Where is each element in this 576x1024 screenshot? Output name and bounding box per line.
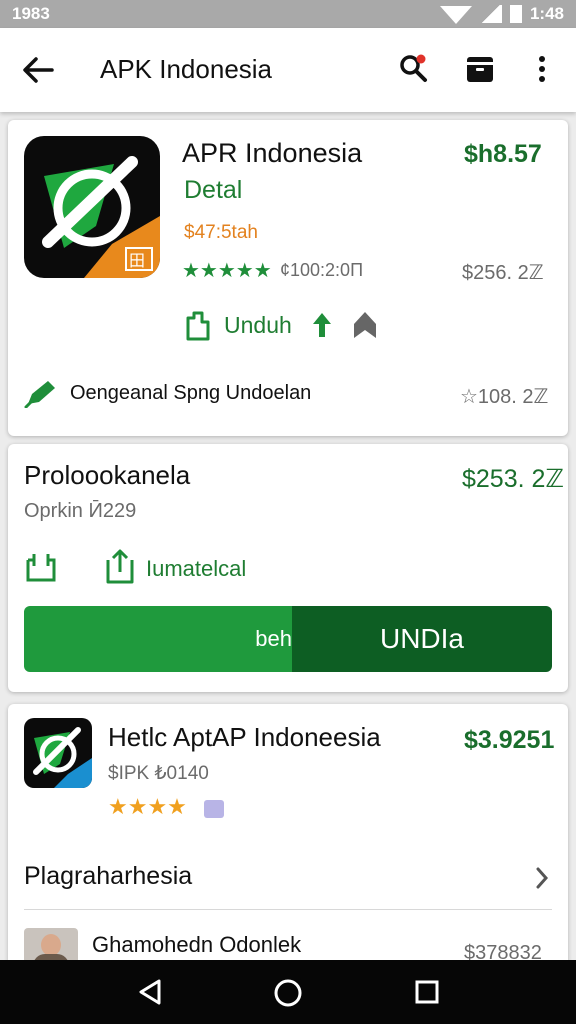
app-bar: APK Indonesia <box>0 28 576 112</box>
featured-app-card[interactable]: 田 APR Indonesia $h8.57 Detal $47:5tah ★★… <box>8 120 568 436</box>
store-icon[interactable] <box>465 54 495 84</box>
publisher-label[interactable]: Oengeanal Spng Undoelan <box>70 382 311 405</box>
app-price-label: $47:5tah <box>184 222 258 243</box>
promo-title[interactable]: Proloookanela <box>24 460 190 491</box>
promo-subtitle: Oprkin Ӣ229 <box>24 500 137 522</box>
battery-icon <box>509 5 522 23</box>
install-button[interactable]: beh UNDIa <box>24 606 552 672</box>
status-time: 1:48 <box>529 4 564 23</box>
list-app-name[interactable]: Hetlc AptAP Indoneesia <box>108 722 381 753</box>
promo-action-label[interactable]: Iumatelcal <box>146 556 246 582</box>
install-button-right[interactable]: UNDIa <box>292 606 552 672</box>
app-price-bottom: ☆108. 2ℤ <box>460 386 549 408</box>
status-bar: 1983 1:48 <box>0 0 576 28</box>
app-price-top: $h8.57 <box>464 140 542 168</box>
install-button-left[interactable]: beh <box>24 606 292 672</box>
app-subtitle: Detal <box>184 176 243 204</box>
promo-price: $253. 2ℤ <box>462 465 565 493</box>
page-title: APK Indonesia <box>100 54 273 84</box>
system-nav-bar <box>0 960 576 1024</box>
nav-back-icon[interactable] <box>137 978 163 1006</box>
pen-icon <box>24 381 55 408</box>
chevron-right-icon[interactable] <box>534 866 550 890</box>
divider <box>24 909 552 910</box>
download-icon[interactable] <box>184 310 212 342</box>
back-arrow-icon[interactable] <box>22 56 54 84</box>
nav-recent-icon[interactable] <box>414 979 440 1005</box>
app-logo-icon: 田 <box>24 136 160 278</box>
user-name[interactable]: Ghamohedn Odonlek <box>92 932 301 958</box>
list-app-subtitle: $IPK ₺0140 <box>108 763 209 784</box>
bookmark-icon[interactable] <box>352 310 378 340</box>
nav-home-icon[interactable] <box>273 978 303 1008</box>
rating-text: ¢100:2:0Π <box>280 260 364 280</box>
share-icon[interactable] <box>24 550 58 586</box>
signal-icon <box>479 5 502 23</box>
upload-icon[interactable] <box>104 548 136 586</box>
list-app-price: $3.9251 <box>464 726 555 754</box>
app-logo-small-icon <box>24 718 92 788</box>
wifi-icon <box>439 6 472 24</box>
app-price-mid: $256. 2ℤ <box>462 262 544 284</box>
status-icons: 1:48 <box>439 4 564 24</box>
svg-text:田: 田 <box>129 251 145 270</box>
section-title[interactable]: Plagraharhesia <box>24 862 192 891</box>
rating-stars: ★★★★★ <box>182 260 272 282</box>
app-name[interactable]: APR Indonesia <box>182 138 362 169</box>
badge-icon <box>204 800 224 818</box>
download-label[interactable]: Unduh <box>224 312 292 339</box>
list-rating-stars: ★★★★ <box>108 794 187 819</box>
search-icon[interactable] <box>398 53 428 83</box>
status-time-left: 1983 <box>12 4 50 23</box>
arrow-up-icon[interactable] <box>310 310 334 340</box>
more-vert-icon[interactable] <box>532 54 552 84</box>
promo-card: Proloookanela $253. 2ℤ Oprkin Ӣ229 Iumat… <box>8 444 568 692</box>
